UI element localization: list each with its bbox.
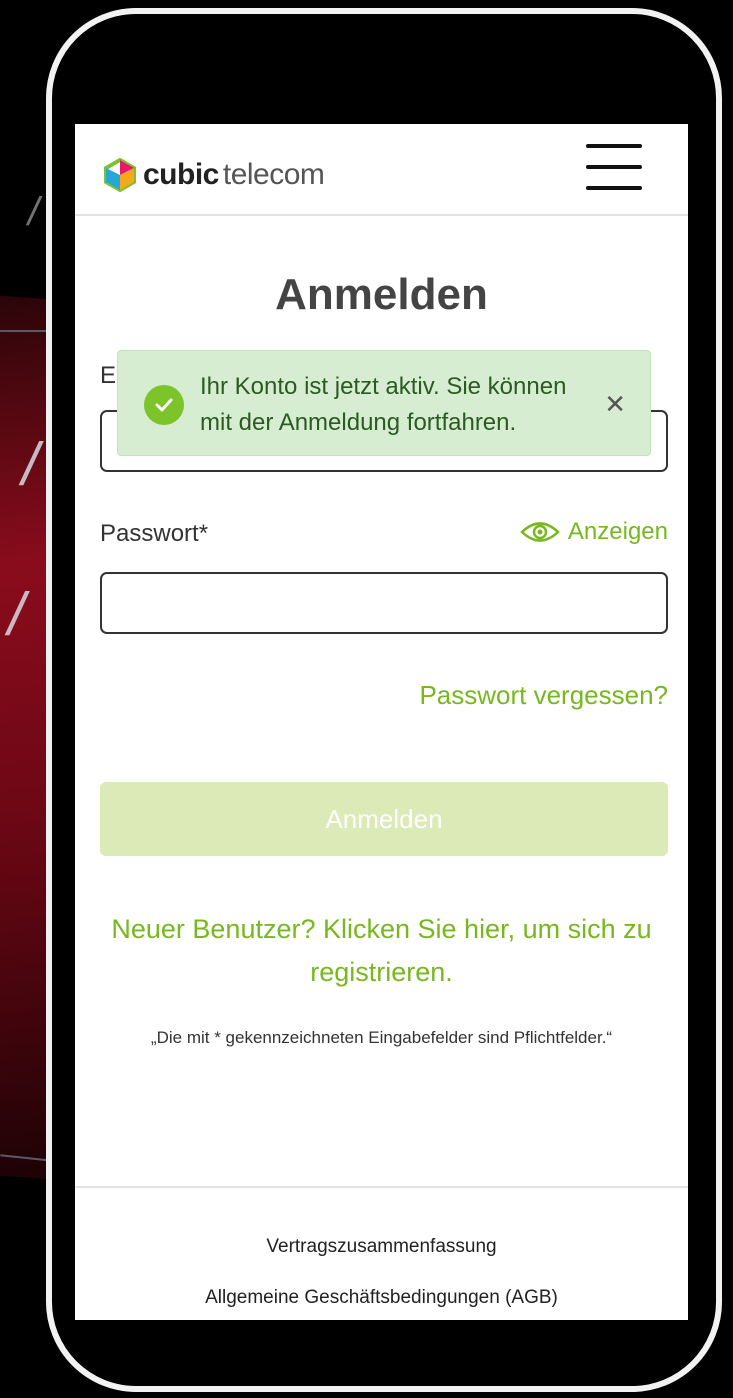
required-fields-note: „Die mit * gekennzeichneten Eingabefelde…	[150, 1028, 613, 1047]
page-title: Anmelden	[275, 270, 488, 319]
menu-bar	[586, 165, 642, 169]
logo-text-bold: cubic	[143, 158, 219, 191]
site-header: cubic telecom	[75, 124, 688, 216]
check-circle-icon	[144, 385, 184, 425]
toast-message: Ihr Konto ist jetzt aktiv. Sie können mi…	[200, 373, 567, 436]
show-password-toggle[interactable]: Anzeigen	[520, 518, 668, 546]
show-password-label: Anzeigen	[567, 518, 668, 545]
background-glyph: /	[28, 190, 40, 234]
logo-text-light: telecom	[222, 158, 325, 191]
footer-link-contract-summary[interactable]: Vertragszusammenfassung	[75, 1236, 688, 1258]
menu-bar	[586, 186, 642, 190]
background-glyph: /	[22, 431, 39, 498]
hamburger-menu-icon[interactable]	[586, 144, 642, 190]
cubic-telecom-logo[interactable]: cubic telecom	[103, 158, 325, 192]
login-button[interactable]: Anmelden	[100, 782, 668, 856]
app-screen: cubic telecom Anmelden E-Mail* Passwort*…	[75, 124, 688, 1320]
cube-logo-icon	[104, 158, 136, 192]
password-field[interactable]	[100, 572, 668, 634]
success-toast: Ihr Konto ist jetzt aktiv. Sie können mi…	[117, 350, 651, 456]
close-icon[interactable]: ✕	[604, 389, 626, 420]
password-label: Passwort*	[100, 520, 209, 547]
footer-divider	[75, 1186, 688, 1188]
forgot-password-link[interactable]: Passwort vergessen?	[419, 680, 668, 711]
background-glyph: /	[8, 581, 25, 648]
register-link[interactable]: Neuer Benutzer? Klicken Sie hier, um sic…	[95, 908, 668, 994]
check-icon	[155, 398, 173, 412]
footer-link-terms[interactable]: Allgemeine Geschäftsbedingungen (AGB)	[75, 1287, 688, 1309]
menu-bar	[586, 144, 642, 148]
eye-icon	[520, 522, 560, 542]
